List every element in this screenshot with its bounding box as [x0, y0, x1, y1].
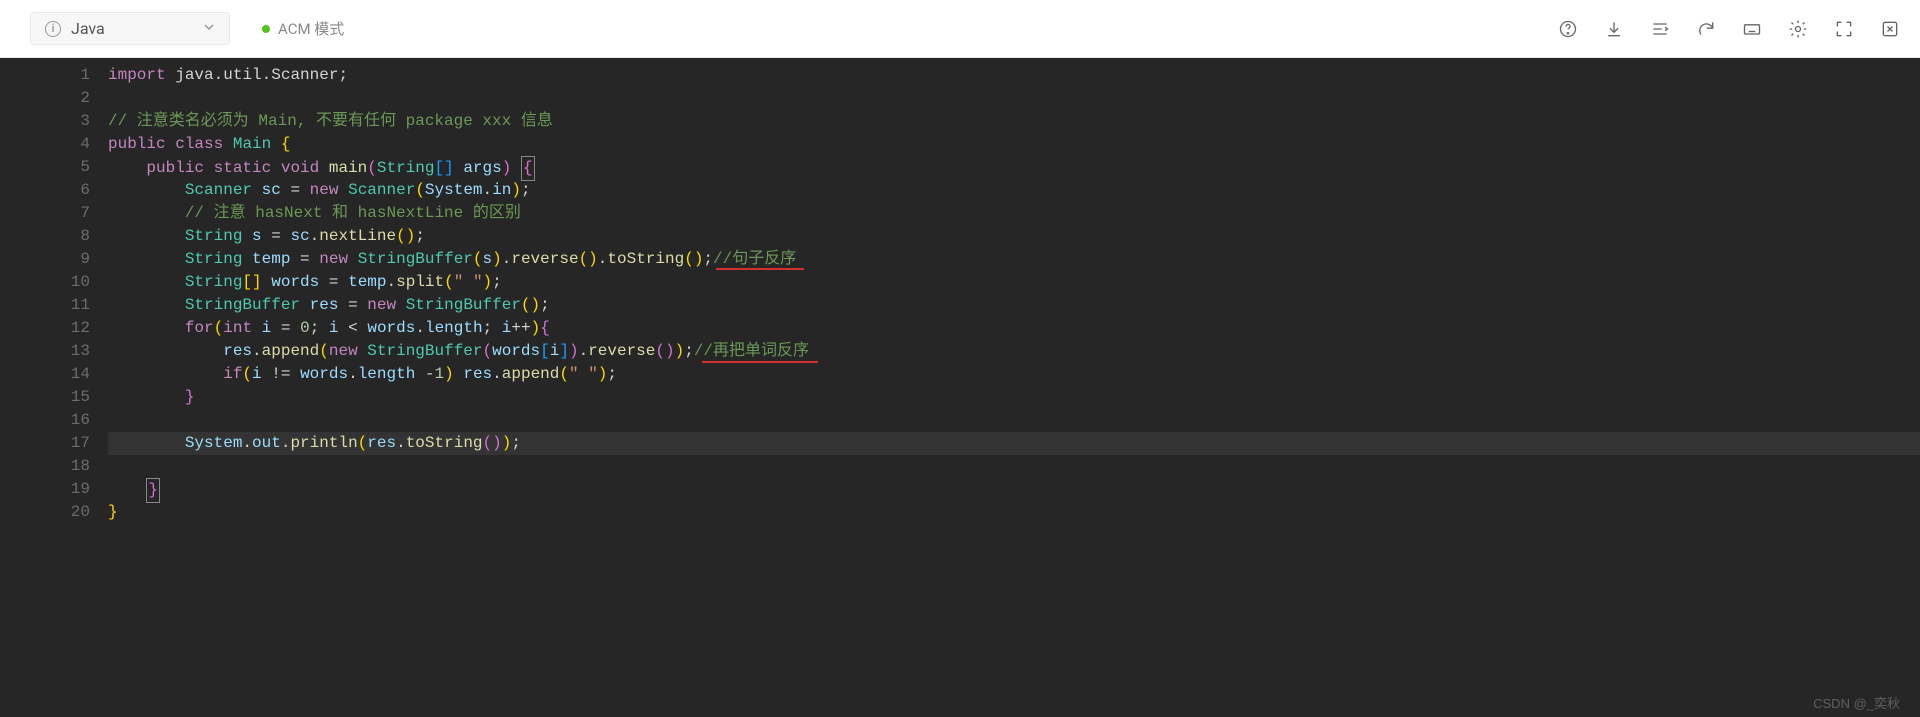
line-number: 13: [0, 340, 90, 363]
line-number: 2: [0, 87, 90, 110]
language-label: Java: [71, 19, 105, 38]
info-icon: i: [45, 21, 61, 37]
line-number: 10: [0, 271, 90, 294]
code-line[interactable]: public static void main(String[] args) {: [108, 156, 1920, 179]
line-number: 9: [0, 248, 90, 271]
mode-label: ACM 模式: [278, 18, 344, 39]
code-line[interactable]: }: [108, 386, 1920, 409]
code-line[interactable]: public class Main {: [108, 133, 1920, 156]
fullscreen-icon[interactable]: [1834, 19, 1854, 39]
settings-icon[interactable]: [1788, 19, 1808, 39]
code-line[interactable]: import java.util.Scanner;: [108, 64, 1920, 87]
toolbar-actions: [1558, 19, 1900, 39]
code-line[interactable]: Scanner sc = new Scanner(System.in);: [108, 179, 1920, 202]
line-number: 4: [0, 133, 90, 156]
code-line[interactable]: [108, 455, 1920, 478]
line-number: 7: [0, 202, 90, 225]
code-line[interactable]: res.append(new StringBuffer(words[i]).re…: [108, 340, 1920, 363]
refresh-icon[interactable]: [1696, 19, 1716, 39]
code-line[interactable]: [108, 409, 1920, 432]
code-line[interactable]: StringBuffer res = new StringBuffer();: [108, 294, 1920, 317]
watermark: CSDN @_奕秋: [1813, 693, 1900, 712]
line-number: 5: [0, 156, 90, 179]
status-dot-icon: [262, 25, 270, 33]
code-line[interactable]: System.out.println(res.toString());: [108, 432, 1920, 455]
toolbar: i Java ACM 模式: [0, 0, 1920, 58]
annotation-underline: [716, 268, 804, 270]
code-line[interactable]: // 注意 hasNext 和 hasNextLine 的区别: [108, 202, 1920, 225]
code-line[interactable]: String temp = new StringBuffer(s).revers…: [108, 248, 1920, 271]
chevron-down-icon: [203, 21, 215, 37]
line-number: 20: [0, 501, 90, 524]
line-number: 17: [0, 432, 90, 455]
line-number: 8: [0, 225, 90, 248]
annotation-underline: [702, 361, 818, 363]
line-number: 14: [0, 363, 90, 386]
code-line[interactable]: for(int i = 0; i < words.length; i++){: [108, 317, 1920, 340]
line-number: 3: [0, 110, 90, 133]
language-selector[interactable]: i Java: [30, 12, 230, 45]
code-line[interactable]: String s = sc.nextLine();: [108, 225, 1920, 248]
mode-indicator: ACM 模式: [262, 18, 344, 39]
code-line[interactable]: }: [108, 501, 1920, 524]
download-icon[interactable]: [1604, 19, 1624, 39]
code-editor[interactable]: 1234567891011121314151617181920 import j…: [0, 58, 1920, 717]
line-number: 19: [0, 478, 90, 501]
line-number: 11: [0, 294, 90, 317]
close-panel-icon[interactable]: [1880, 19, 1900, 39]
code-content[interactable]: import java.util.Scanner; // 注意类名必须为 Main…: [108, 64, 1920, 717]
line-number: 18: [0, 455, 90, 478]
line-number: 12: [0, 317, 90, 340]
line-number-gutter: 1234567891011121314151617181920: [0, 64, 108, 717]
code-line[interactable]: [108, 87, 1920, 110]
line-number: 1: [0, 64, 90, 87]
keyboard-icon[interactable]: [1742, 19, 1762, 39]
code-line[interactable]: // 注意类名必须为 Main, 不要有任何 package xxx 信息: [108, 110, 1920, 133]
line-number: 6: [0, 179, 90, 202]
code-line[interactable]: }: [108, 478, 1920, 501]
code-line[interactable]: if(i != words.length -1) res.append(" ")…: [108, 363, 1920, 386]
code-line[interactable]: String[] words = temp.split(" ");: [108, 271, 1920, 294]
format-icon[interactable]: [1650, 19, 1670, 39]
help-icon[interactable]: [1558, 19, 1578, 39]
line-number: 15: [0, 386, 90, 409]
line-number: 16: [0, 409, 90, 432]
